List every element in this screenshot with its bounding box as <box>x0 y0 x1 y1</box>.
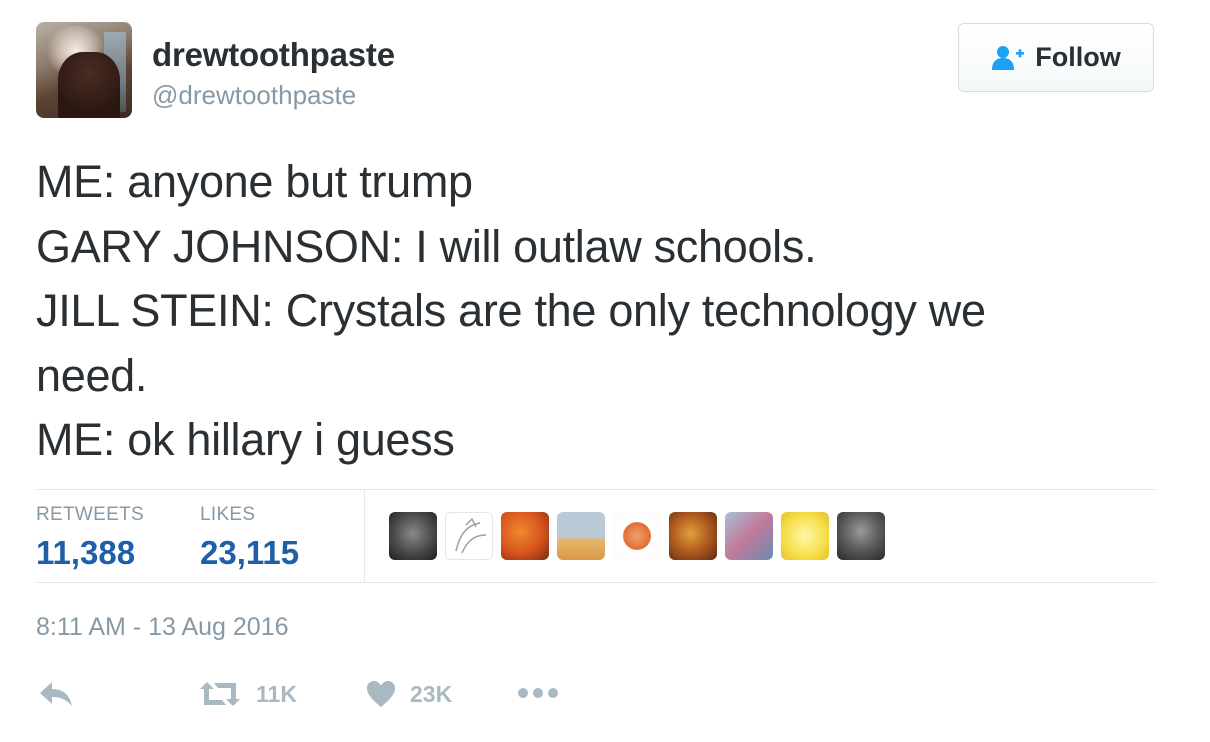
stats-top-divider <box>36 489 1156 490</box>
reply-icon <box>40 682 72 706</box>
likes-label: LIKES <box>200 504 256 525</box>
tweet-line: JILL STEIN: Crystals are the only techno… <box>36 285 986 336</box>
display-name[interactable]: drewtoothpaste <box>152 36 395 74</box>
likes-count: 23,115 <box>200 534 300 571</box>
tweet-line: GARY JOHNSON: I will outlaw schools. <box>36 220 817 272</box>
more-dots-icon <box>518 688 558 698</box>
retweet-button[interactable]: 11K <box>198 680 297 708</box>
liker-avatar-sketch[interactable] <box>445 512 493 560</box>
liker-avatar-laptop-cat[interactable] <box>557 512 605 560</box>
retweets-stat[interactable]: RETWEETS 11,388 <box>36 504 144 572</box>
avatar-figure <box>58 52 120 118</box>
user-handle[interactable]: @drewtoothpaste <box>152 80 356 111</box>
follow-button[interactable]: Follow <box>958 23 1154 92</box>
heart-icon <box>367 681 395 707</box>
liker-avatar-bald-man[interactable] <box>837 512 885 560</box>
retweet-icon <box>200 682 240 706</box>
user-avatar[interactable] <box>36 22 132 118</box>
tweet-actions: 11K 23K <box>0 672 1210 716</box>
liker-avatar-lion[interactable] <box>669 512 717 560</box>
reply-button[interactable] <box>38 680 74 708</box>
follow-button-label: Follow <box>1035 42 1121 72</box>
tweet-line: ME: ok hillary i guess <box>36 414 455 465</box>
likes-stat[interactable]: LIKES 23,115 <box>200 504 299 572</box>
liker-avatar-wolf[interactable] <box>389 512 437 560</box>
liker-avatar-cartoon[interactable] <box>725 512 773 560</box>
tweet-timestamp[interactable]: 8:11 AM - 13 Aug 2016 <box>36 613 289 642</box>
more-button[interactable] <box>517 686 559 700</box>
retweets-label: RETWEETS <box>36 504 144 525</box>
tweet-text: ME: anyone but trump GARY JOHNSON: I wil… <box>36 150 1166 473</box>
tweet-line: ME: anyone but trump <box>36 156 473 207</box>
like-count: 23K <box>410 680 453 707</box>
like-button[interactable]: 23K <box>366 680 452 708</box>
liker-avatar-fox-sketch[interactable] <box>613 512 661 560</box>
liker-avatar-yellow-cartoon[interactable] <box>781 512 829 560</box>
stats-bottom-divider <box>36 582 1156 583</box>
retweet-count: 11K <box>256 680 297 707</box>
add-user-icon <box>992 45 1025 70</box>
liker-avatars <box>389 512 885 560</box>
tweet-line: need. <box>36 349 148 401</box>
retweets-count: 11,388 <box>36 534 136 571</box>
liker-avatar-fox-orange[interactable] <box>501 512 549 560</box>
stats-separator <box>364 490 365 582</box>
